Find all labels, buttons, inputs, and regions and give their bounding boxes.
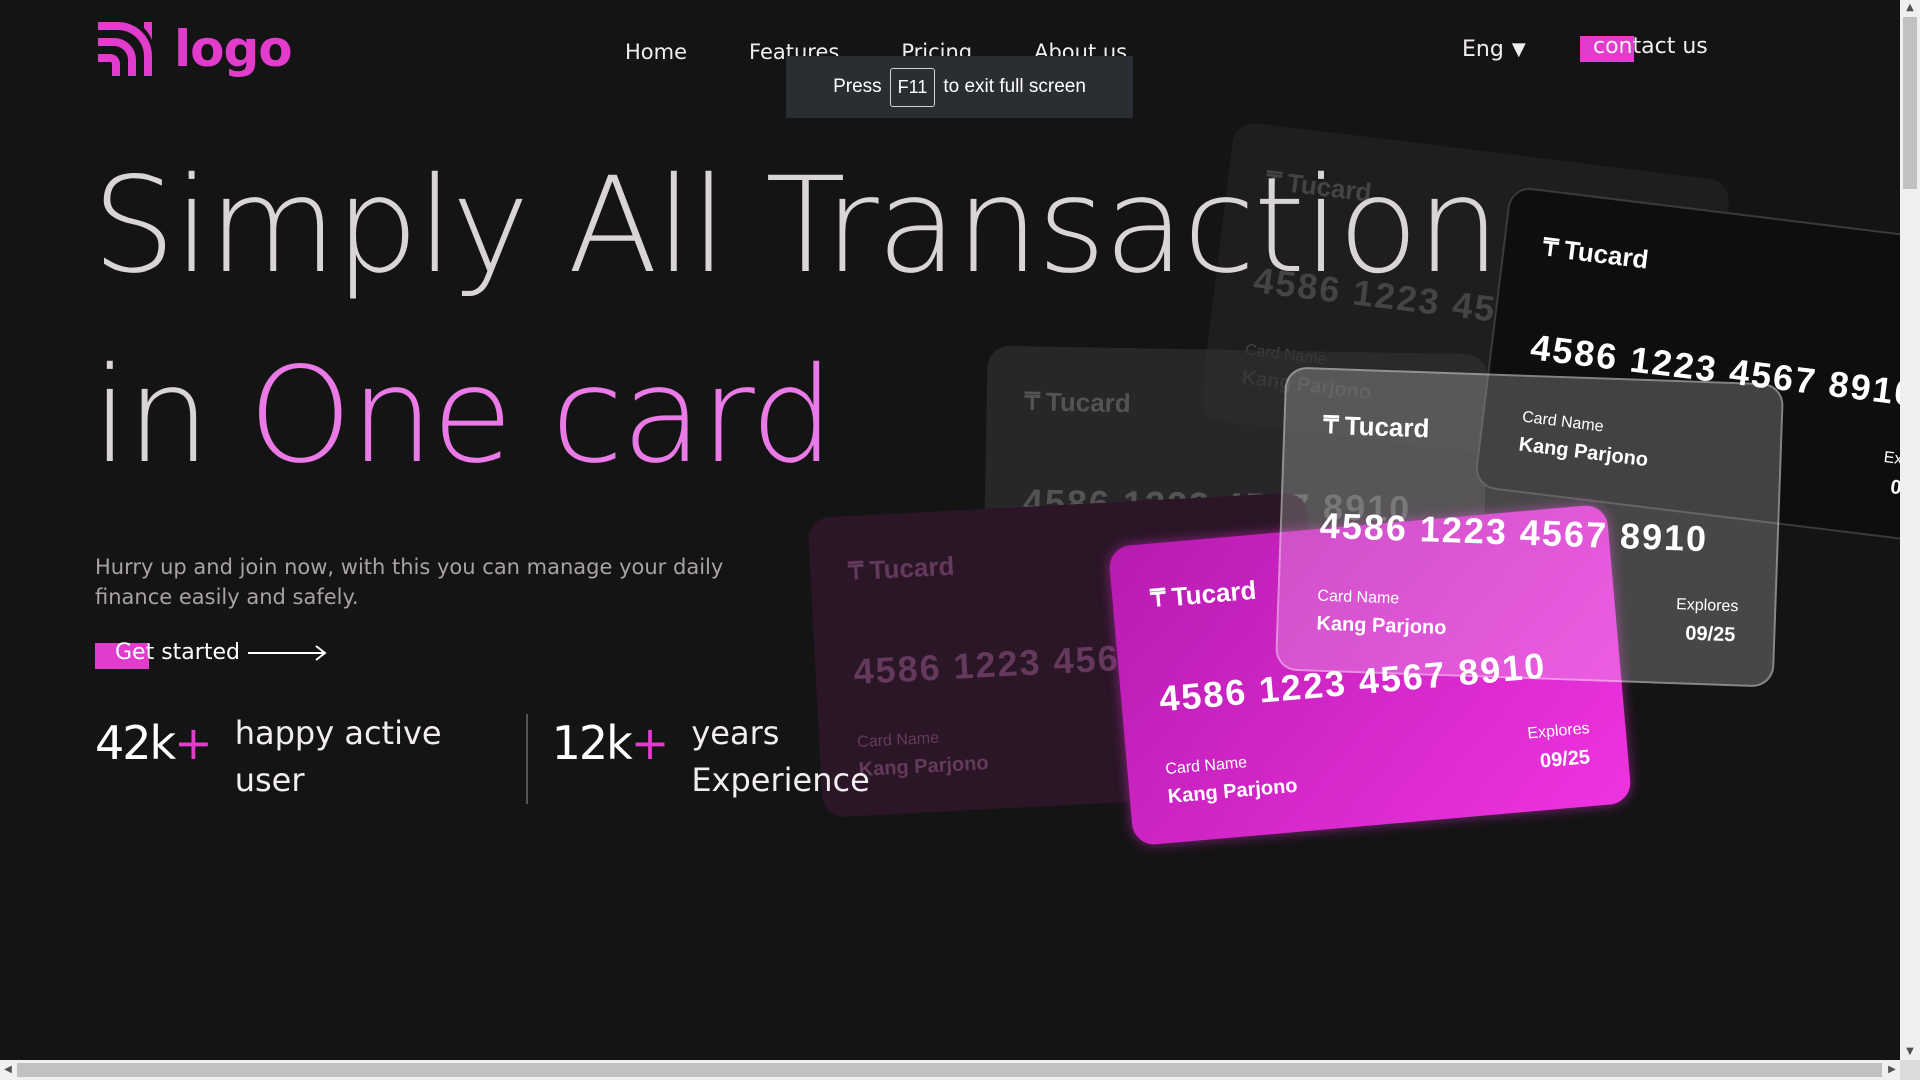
contact-us-button[interactable]: contact us bbox=[1580, 34, 1708, 62]
scroll-left-icon[interactable]: ◀ bbox=[0, 1060, 16, 1080]
scroll-down-icon[interactable]: ▼ bbox=[1900, 1044, 1920, 1060]
card-black: ₸ Tucard 4586 1223 4567 8910 Card Name Ka… bbox=[1473, 185, 1920, 549]
logo-mark-icon bbox=[98, 22, 152, 76]
language-selector[interactable]: Eng ▼ bbox=[1462, 37, 1526, 62]
contact-us-label: contact us bbox=[1593, 34, 1708, 59]
horizontal-scroll-thumb[interactable] bbox=[17, 1063, 1882, 1077]
card-name-label: Card Name bbox=[1317, 587, 1400, 608]
card-expiry-label: Explores bbox=[1675, 596, 1739, 616]
card-brand: ₸ Tucard bbox=[1149, 574, 1258, 613]
card-brand: ₸ Tucard bbox=[1024, 386, 1131, 419]
tucard-icon: ₸ bbox=[1024, 388, 1041, 416]
hero-title-plain: in bbox=[92, 339, 210, 493]
stats-row: 42k+ happy active user 12k+ years Experi… bbox=[95, 710, 870, 804]
card-number: 4586 1223 4567 8910 bbox=[1319, 504, 1709, 560]
get-started-button[interactable]: Get started bbox=[95, 640, 328, 669]
tucard-icon: ₸ bbox=[847, 557, 865, 586]
tucard-icon: ₸ bbox=[1541, 233, 1560, 263]
card-glass: ₸ Tucard 4586 1223 4567 8910 Card Name Ka… bbox=[1274, 366, 1785, 688]
nav-home[interactable]: Home bbox=[625, 40, 687, 64]
hero-subtitle: Hurry up and join now, with this you can… bbox=[95, 555, 724, 609]
scroll-right-icon[interactable]: ▶ bbox=[1884, 1060, 1900, 1080]
tucard-icon: ₸ bbox=[1149, 584, 1167, 613]
card-expiry: 09/25 bbox=[1539, 746, 1591, 773]
scroll-up-icon[interactable]: ▲ bbox=[1900, 0, 1920, 16]
stat-number: 12k+ bbox=[551, 716, 670, 770]
card-name: Kang Parjono bbox=[1517, 433, 1650, 472]
stat-years-experience: 12k+ years Experience bbox=[552, 710, 870, 804]
horizontal-scrollbar[interactable]: ◀ ▶ bbox=[0, 1060, 1900, 1080]
card-number: 4586 1223 4567 8910 bbox=[1157, 644, 1548, 720]
card-dark-purple: ₸ Tucard 4586 1223 4567 8910 Card Name Ka… bbox=[807, 492, 1323, 818]
stat-number: 42k+ bbox=[95, 716, 213, 770]
fullscreen-toast-prefix: Press bbox=[833, 76, 882, 97]
language-label: Eng bbox=[1462, 37, 1504, 62]
hero-title-line1: Simply All Transaction bbox=[92, 149, 1500, 303]
caret-down-icon: ▼ bbox=[1511, 39, 1526, 60]
card-expiry-label: Explores bbox=[1526, 720, 1591, 743]
vertical-scrollbar[interactable]: ▲ ▼ bbox=[1900, 0, 1920, 1060]
card-name: Kang Parjono bbox=[858, 752, 990, 781]
stat-label: years Experience bbox=[691, 714, 870, 799]
scrollbar-corner bbox=[1900, 1060, 1920, 1080]
hero-title-line2: in One card bbox=[92, 350, 834, 482]
card-name-label: Card Name bbox=[1021, 564, 1104, 583]
card-brand: ₸ Tucard bbox=[1541, 233, 1651, 275]
card-ghost-middle: ₸ Tucard 4586 1223 4567 8910 Card Name Ka… bbox=[982, 345, 1488, 655]
card-magenta: ₸ Tucard 4586 1223 4567 8910 Card Name Ka… bbox=[1107, 503, 1633, 847]
logo[interactable]: logo bbox=[94, 18, 293, 80]
card-name-label: Card Name bbox=[1164, 754, 1248, 779]
get-started-label: Get started bbox=[115, 640, 240, 665]
fullscreen-toast: Press F11 to exit full screen bbox=[786, 56, 1133, 118]
logo-wordmark: logo bbox=[174, 20, 293, 78]
card-expiry: 09/25 bbox=[1684, 622, 1736, 647]
stat-divider bbox=[525, 714, 528, 804]
card-name-label: Card Name bbox=[1521, 408, 1605, 436]
card-number: 4586 1223 4567 8910 bbox=[1528, 326, 1919, 415]
card-name: Kang Parjono bbox=[1166, 774, 1299, 809]
card-number: 4586 1223 4567 8910 bbox=[852, 630, 1243, 693]
tucard-icon: ₸ bbox=[1322, 411, 1340, 440]
stat-label: happy active user bbox=[234, 714, 442, 799]
stat-active-users: 42k+ happy active user bbox=[95, 710, 442, 804]
card-name: Kang Parjono bbox=[1021, 589, 1152, 614]
card-name-label: Card Name bbox=[1244, 341, 1328, 369]
f11-key: F11 bbox=[889, 67, 936, 107]
card-brand: ₸ Tucard bbox=[1322, 410, 1430, 444]
card-brand: ₸ Tucard bbox=[847, 550, 956, 586]
vertical-scroll-thumb[interactable] bbox=[1903, 17, 1917, 189]
fullscreen-toast-suffix: to exit full screen bbox=[943, 76, 1086, 97]
card-name: Kang Parjono bbox=[1240, 366, 1373, 405]
card-number: 4586 1223 4567 8910 bbox=[1022, 481, 1412, 530]
hero-title-accent: One card bbox=[248, 339, 834, 493]
arrow-right-icon bbox=[247, 644, 327, 661]
card-name: Kang Parjono bbox=[1316, 612, 1447, 640]
